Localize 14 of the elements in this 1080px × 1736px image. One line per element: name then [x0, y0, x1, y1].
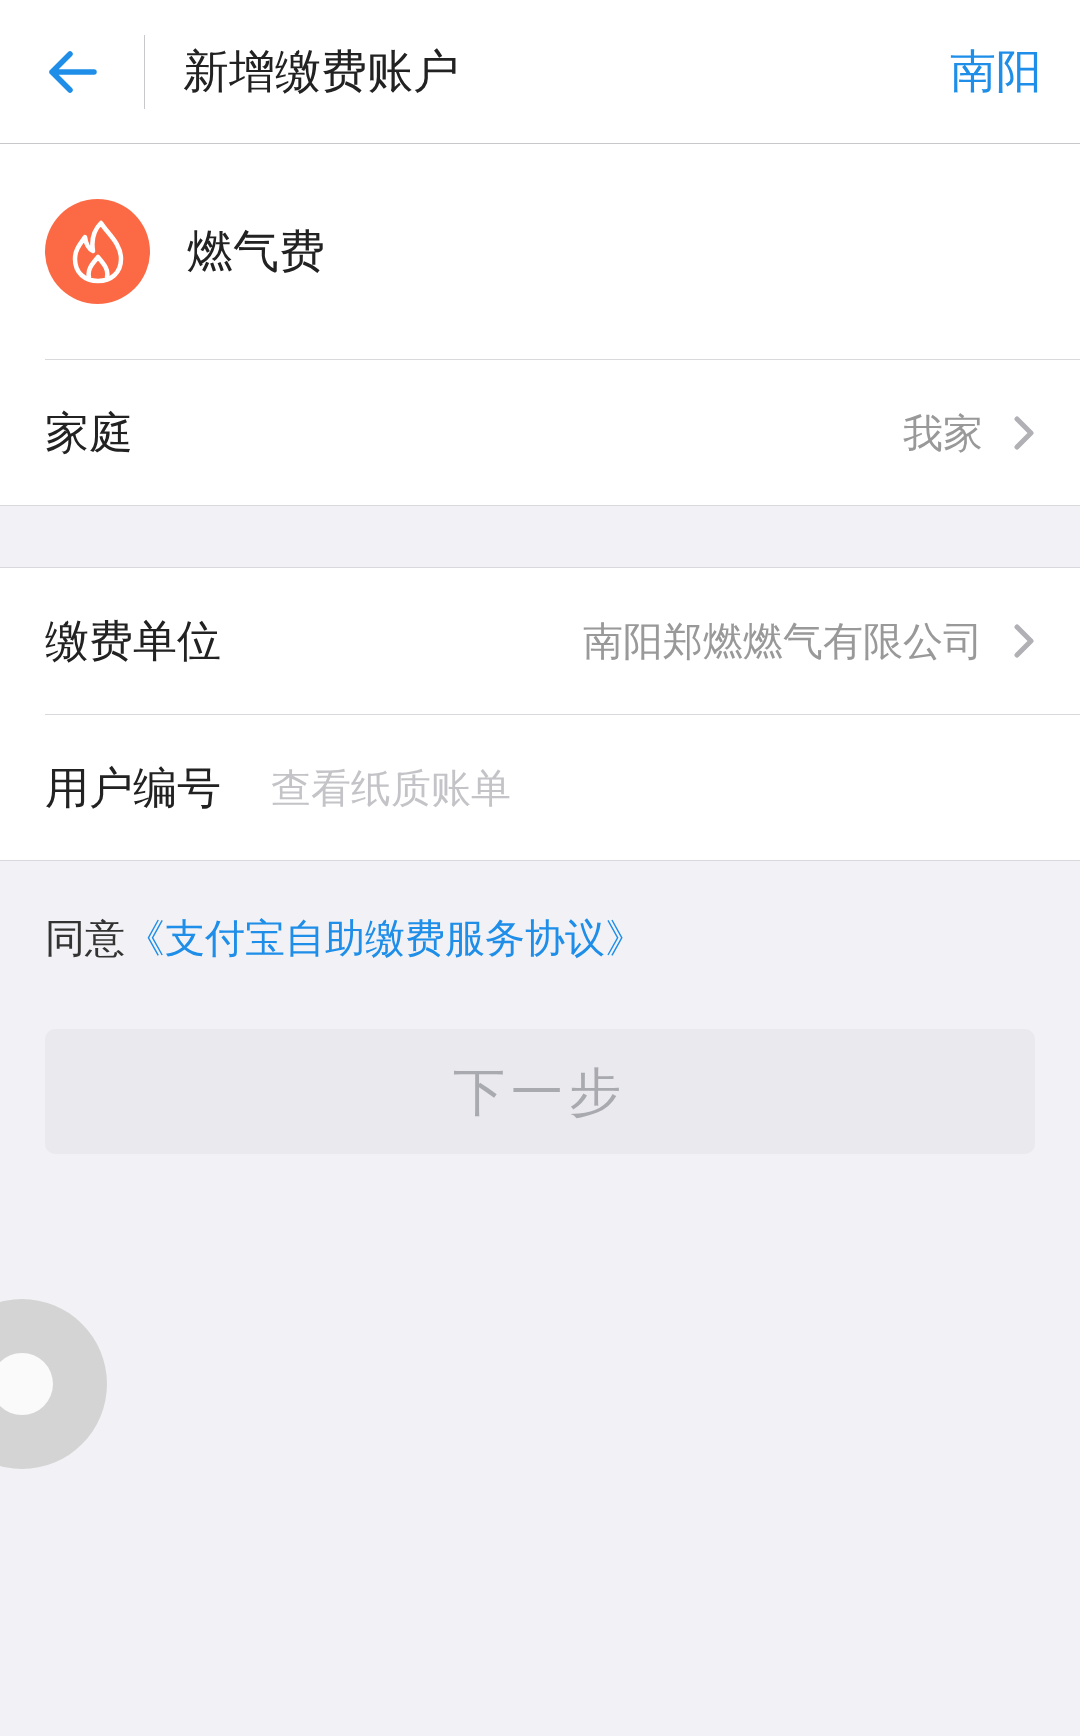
service-name: 燃气费 [187, 223, 325, 280]
select-button[interactable]: 南阳郑燃燃气有限公司 [583, 611, 1035, 671]
select-button[interactable]: 我家 [903, 402, 1035, 463]
city-button[interactable]: 南阳 [950, 37, 1042, 106]
agreement-link[interactable]: 《支付宝自助缴费服务协议》 [125, 908, 645, 968]
page-title: 新增缴费账户 [183, 43, 460, 100]
chevron-right-icon [1013, 414, 1035, 451]
field-label: 缴费单位 [45, 614, 221, 668]
chevron-right-icon [1013, 623, 1035, 659]
agreement-text: 同意 [45, 914, 125, 963]
field-label: 家庭 [45, 405, 133, 460]
input-field[interactable]: 查看纸质账单 [271, 757, 1035, 818]
field-label: 用户编号 [45, 760, 221, 815]
back-arrow-icon [46, 49, 98, 94]
